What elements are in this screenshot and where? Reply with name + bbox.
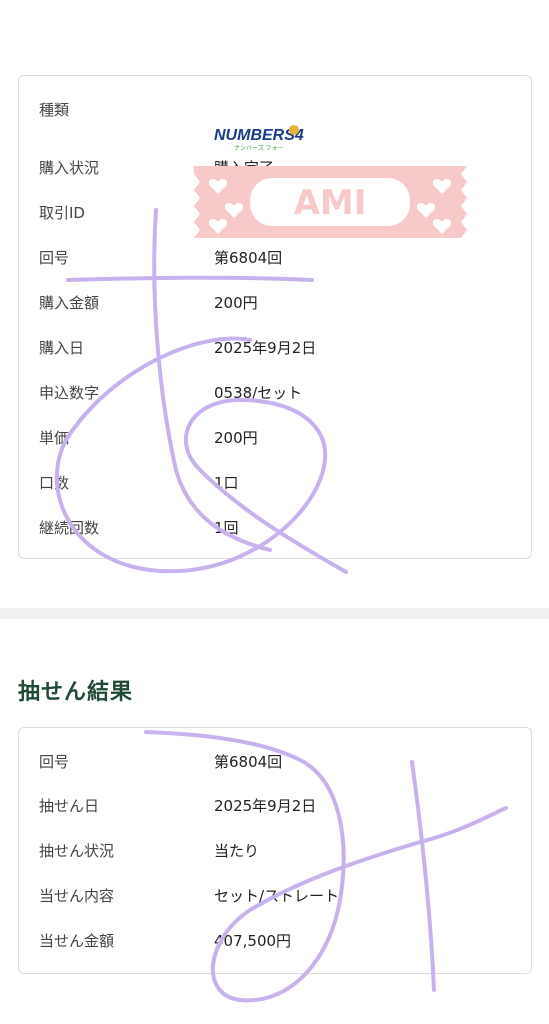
row-unit-price: 単価 200円 (19, 426, 531, 450)
row-draw-number: 回号 第6804回 (19, 750, 531, 774)
row-value: 200円 (214, 429, 258, 447)
row-label: 抽せん日 (39, 797, 100, 815)
row-value: 2025年9月2日 (214, 797, 317, 815)
logo-ball-icon (289, 125, 299, 135)
section-divider (0, 608, 549, 619)
row-label: 当せん金額 (39, 932, 115, 950)
row-label: 購入金額 (39, 294, 100, 312)
row-value: 第6804回 (214, 753, 283, 771)
row-label: 種類 (39, 101, 70, 119)
result-section-title: 抽せん結果 (18, 680, 134, 705)
row-label: 当せん内容 (39, 887, 115, 905)
row-label: 継続回数 (39, 519, 100, 537)
row-purchase-amount: 購入金額 200円 (19, 291, 531, 315)
row-draw-number: 回号 第6804回 (19, 246, 531, 270)
purchase-details-card: 種類 NUMBERS4 ナンバーズ フォー 購入状況 購入完了 取引ID 回号 … (18, 75, 532, 559)
row-type: 種類 NUMBERS4 ナンバーズ フォー (19, 98, 531, 152)
row-value: 2025年9月2日 (214, 339, 317, 357)
row-value: 1口 (214, 474, 239, 492)
logo-subtext: ナンバーズ フォー (234, 144, 284, 152)
row-value: 407,500円 (214, 932, 292, 950)
row-label: 回号 (39, 249, 70, 267)
row-label: 購入日 (39, 339, 85, 357)
row-purchase-date: 購入日 2025年9月2日 (19, 336, 531, 360)
row-label: 抽せん状況 (39, 842, 115, 860)
row-label: 購入状況 (39, 159, 100, 177)
row-winning-type: 当せん内容 セット/ストレート (19, 884, 531, 908)
row-value: 当たり (214, 842, 260, 860)
row-winning-amount: 当せん金額 407,500円 (19, 929, 531, 953)
numbers4-logo: NUMBERS4 ナンバーズ フォー (214, 125, 304, 152)
draw-result-card: 回号 第6804回 抽せん日 2025年9月2日 抽せん状況 当たり 当せん内容… (18, 727, 532, 974)
row-label: 単価 (39, 429, 70, 447)
row-draw-date: 抽せん日 2025年9月2日 (19, 794, 531, 818)
row-value: 0538/セット (214, 384, 303, 402)
row-label: 回号 (39, 753, 70, 771)
row-continuation-count: 継続回数 1回 (19, 516, 531, 540)
row-label: 口数 (39, 474, 70, 492)
row-value: セット/ストレート (214, 887, 340, 905)
ami-sticker: AMI (194, 166, 467, 238)
row-label: 申込数字 (39, 384, 100, 402)
row-value: 第6804回 (214, 249, 283, 267)
row-value: 1回 (214, 519, 239, 537)
row-draw-status: 抽せん状況 当たり (19, 839, 531, 863)
sticker-text: AMI (294, 183, 367, 223)
row-applied-numbers: 申込数字 0538/セット (19, 381, 531, 405)
row-label: 取引ID (39, 204, 85, 222)
row-value: 200円 (214, 294, 258, 312)
row-units: 口数 1口 (19, 471, 531, 495)
